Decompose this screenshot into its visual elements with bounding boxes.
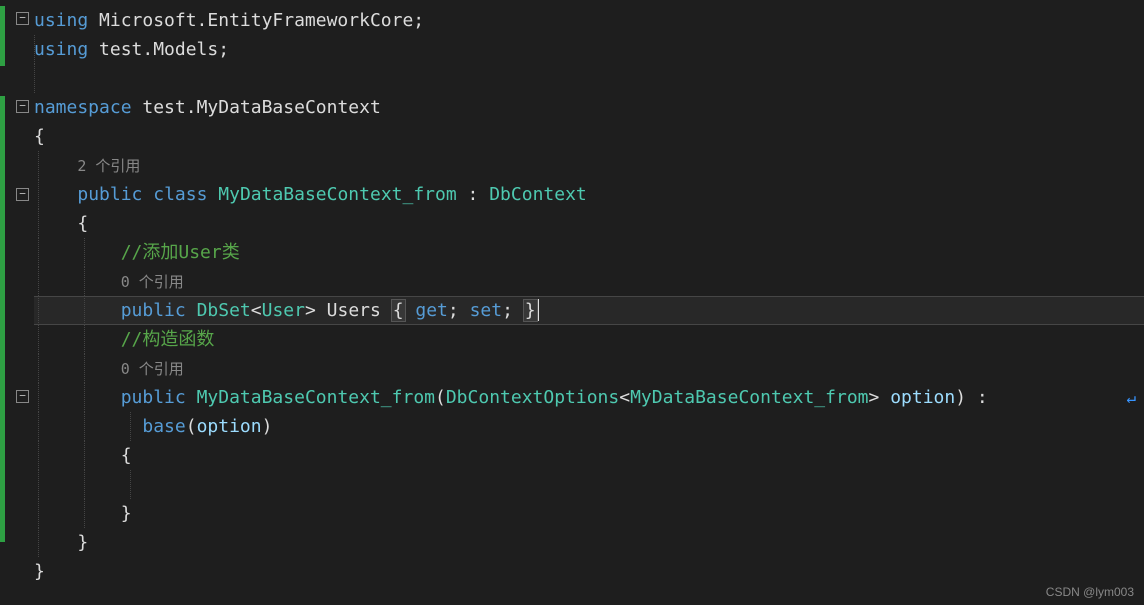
code-line[interactable]	[34, 64, 1144, 93]
comment: //添加User类	[121, 242, 240, 263]
paren: )	[262, 416, 273, 437]
code-line[interactable]: using test.Models;	[34, 35, 1144, 64]
type-name: MyDataBaseContext_from	[218, 184, 456, 205]
property-name: Users	[327, 300, 381, 321]
keyword: class	[153, 184, 207, 205]
code-line[interactable]	[34, 470, 1144, 499]
paren: (	[435, 387, 446, 408]
keyword: public	[121, 300, 186, 321]
fold-toggle[interactable]: −	[16, 188, 29, 201]
text-cursor	[538, 299, 539, 321]
code-area[interactable]: using Microsoft.EntityFrameworkCore; usi…	[34, 0, 1144, 605]
keyword: namespace	[34, 97, 132, 118]
fold-toggle[interactable]: −	[16, 100, 29, 113]
code-line[interactable]: //添加User类	[34, 238, 1144, 267]
colon: :	[977, 387, 988, 408]
type-name: DbSet	[197, 300, 251, 321]
angle-bracket: <	[619, 387, 630, 408]
code-line[interactable]: }	[34, 557, 1144, 586]
keyword: public	[121, 387, 186, 408]
change-bar	[0, 96, 5, 542]
code-line[interactable]: public MyDataBaseContext_from(DbContextO…	[34, 383, 1144, 412]
comment: //构造函数	[121, 329, 215, 350]
parameter: option	[890, 387, 955, 408]
code-line[interactable]: namespace test.MyDataBaseContext	[34, 93, 1144, 122]
colon: :	[468, 184, 479, 205]
namespace-text: test.Models;	[88, 39, 229, 60]
brace: }	[34, 561, 45, 582]
type-name: User	[262, 300, 305, 321]
brace: {	[77, 213, 88, 234]
brace: {	[121, 445, 132, 466]
brace: }	[77, 532, 88, 553]
brace-match: {	[391, 299, 406, 322]
code-line[interactable]: using Microsoft.EntityFrameworkCore;	[34, 6, 1144, 35]
keyword: public	[77, 184, 142, 205]
watermark: CSDN @lym003	[1046, 585, 1134, 599]
code-line[interactable]: public DbSet<User> Users { get; set; }	[34, 296, 1144, 325]
angle-bracket: >	[305, 300, 316, 321]
codelens-line[interactable]: 0 个引用	[34, 354, 1144, 383]
brace-match: }	[523, 299, 538, 322]
fold-toggle[interactable]: −	[16, 12, 29, 25]
keyword: set	[470, 300, 503, 321]
namespace-text: Microsoft.EntityFrameworkCore;	[88, 10, 424, 31]
code-line[interactable]: {	[34, 122, 1144, 151]
code-line[interactable]: public class MyDataBaseContext_from : Db…	[34, 180, 1144, 209]
brace: }	[121, 503, 132, 524]
code-line[interactable]: }	[34, 528, 1144, 557]
ctor-name: MyDataBaseContext_from	[197, 387, 435, 408]
keyword: base	[142, 416, 185, 437]
codelens-line[interactable]: 2 个引用	[34, 151, 1144, 180]
paren: (	[186, 416, 197, 437]
gutter: − − − −	[0, 0, 34, 605]
code-editor[interactable]: − − − − using Microsoft.EntityFrameworkC…	[0, 0, 1144, 605]
codelens-refs[interactable]: 0 个引用	[121, 360, 184, 378]
code-line[interactable]: base(option)	[34, 412, 1144, 441]
fold-toggle[interactable]: −	[16, 390, 29, 403]
code-line[interactable]: {	[34, 441, 1144, 470]
parameter: option	[197, 416, 262, 437]
codelens-line[interactable]: 0 个引用	[34, 267, 1144, 296]
code-line[interactable]: //构造函数	[34, 325, 1144, 354]
code-line[interactable]: {	[34, 209, 1144, 238]
semicolon: ;	[448, 300, 459, 321]
brace: {	[34, 126, 45, 147]
angle-bracket: <	[251, 300, 262, 321]
type-name: DbContextOptions	[446, 387, 619, 408]
code-line[interactable]: }	[34, 499, 1144, 528]
paren: )	[955, 387, 966, 408]
codelens-refs[interactable]: 0 个引用	[121, 273, 184, 291]
wrap-indicator-icon: ↵	[1126, 383, 1136, 412]
semicolon: ;	[502, 300, 513, 321]
angle-bracket: >	[869, 387, 880, 408]
keyword: using	[34, 39, 88, 60]
type-name: MyDataBaseContext_from	[630, 387, 868, 408]
type-name: DbContext	[489, 184, 587, 205]
change-bar	[0, 6, 5, 66]
namespace-text: test.MyDataBaseContext	[132, 97, 381, 118]
codelens-refs[interactable]: 2 个引用	[77, 157, 140, 175]
keyword: using	[34, 10, 88, 31]
keyword: get	[415, 300, 448, 321]
